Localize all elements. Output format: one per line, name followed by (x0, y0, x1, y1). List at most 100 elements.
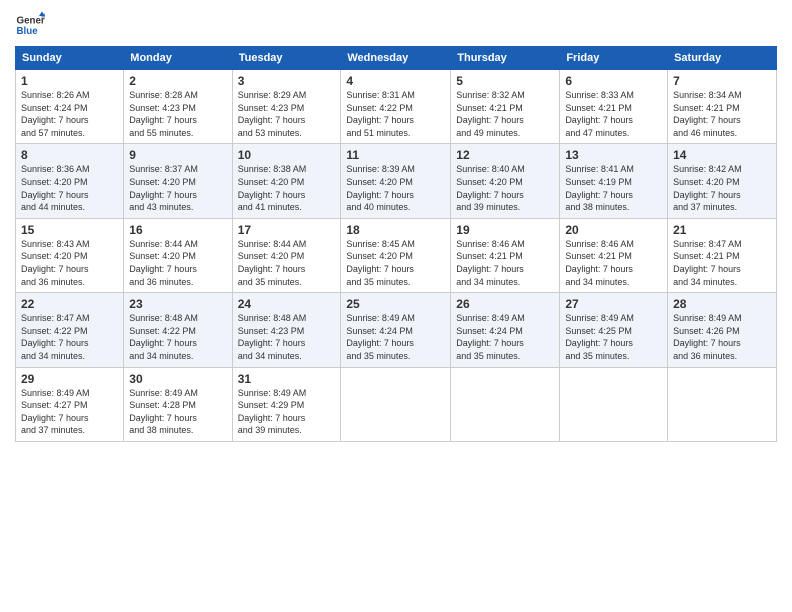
calendar-cell: 17 Sunrise: 8:44 AMSunset: 4:20 PMDaylig… (232, 218, 341, 292)
day-info: Sunrise: 8:38 AMSunset: 4:20 PMDaylight:… (238, 163, 336, 213)
day-number: 19 (456, 223, 554, 237)
header-friday: Friday (560, 47, 668, 70)
day-info: Sunrise: 8:41 AMSunset: 4:19 PMDaylight:… (565, 163, 662, 213)
day-info: Sunrise: 8:47 AMSunset: 4:21 PMDaylight:… (673, 238, 771, 288)
calendar-cell: 18 Sunrise: 8:45 AMSunset: 4:20 PMDaylig… (341, 218, 451, 292)
calendar-cell: 7 Sunrise: 8:34 AMSunset: 4:21 PMDayligh… (668, 70, 777, 144)
calendar-cell (341, 367, 451, 441)
day-number: 5 (456, 74, 554, 88)
day-number: 10 (238, 148, 336, 162)
calendar-cell: 28 Sunrise: 8:49 AMSunset: 4:26 PMDaylig… (668, 293, 777, 367)
day-number: 29 (21, 372, 118, 386)
day-number: 2 (129, 74, 226, 88)
calendar-cell: 30 Sunrise: 8:49 AMSunset: 4:28 PMDaylig… (124, 367, 232, 441)
header-saturday: Saturday (668, 47, 777, 70)
day-number: 20 (565, 223, 662, 237)
day-info: Sunrise: 8:48 AMSunset: 4:22 PMDaylight:… (129, 312, 226, 362)
day-info: Sunrise: 8:49 AMSunset: 4:28 PMDaylight:… (129, 387, 226, 437)
week-row-4: 29 Sunrise: 8:49 AMSunset: 4:27 PMDaylig… (16, 367, 777, 441)
day-info: Sunrise: 8:49 AMSunset: 4:29 PMDaylight:… (238, 387, 336, 437)
calendar-cell: 22 Sunrise: 8:47 AMSunset: 4:22 PMDaylig… (16, 293, 124, 367)
day-number: 22 (21, 297, 118, 311)
day-number: 11 (346, 148, 445, 162)
day-number: 30 (129, 372, 226, 386)
calendar-cell: 11 Sunrise: 8:39 AMSunset: 4:20 PMDaylig… (341, 144, 451, 218)
day-number: 14 (673, 148, 771, 162)
calendar-cell: 19 Sunrise: 8:46 AMSunset: 4:21 PMDaylig… (451, 218, 560, 292)
day-info: Sunrise: 8:26 AMSunset: 4:24 PMDaylight:… (21, 89, 118, 139)
day-info: Sunrise: 8:42 AMSunset: 4:20 PMDaylight:… (673, 163, 771, 213)
calendar-cell: 13 Sunrise: 8:41 AMSunset: 4:19 PMDaylig… (560, 144, 668, 218)
week-row-2: 15 Sunrise: 8:43 AMSunset: 4:20 PMDaylig… (16, 218, 777, 292)
day-number: 25 (346, 297, 445, 311)
day-number: 6 (565, 74, 662, 88)
day-number: 9 (129, 148, 226, 162)
header: General Blue (15, 10, 777, 40)
day-number: 13 (565, 148, 662, 162)
day-info: Sunrise: 8:43 AMSunset: 4:20 PMDaylight:… (21, 238, 118, 288)
day-info: Sunrise: 8:37 AMSunset: 4:20 PMDaylight:… (129, 163, 226, 213)
calendar-cell: 26 Sunrise: 8:49 AMSunset: 4:24 PMDaylig… (451, 293, 560, 367)
calendar-cell: 8 Sunrise: 8:36 AMSunset: 4:20 PMDayligh… (16, 144, 124, 218)
calendar-cell: 6 Sunrise: 8:33 AMSunset: 4:21 PMDayligh… (560, 70, 668, 144)
header-thursday: Thursday (451, 47, 560, 70)
calendar-cell: 3 Sunrise: 8:29 AMSunset: 4:23 PMDayligh… (232, 70, 341, 144)
day-info: Sunrise: 8:28 AMSunset: 4:23 PMDaylight:… (129, 89, 226, 139)
day-number: 15 (21, 223, 118, 237)
header-tuesday: Tuesday (232, 47, 341, 70)
day-number: 7 (673, 74, 771, 88)
calendar-cell: 15 Sunrise: 8:43 AMSunset: 4:20 PMDaylig… (16, 218, 124, 292)
day-info: Sunrise: 8:45 AMSunset: 4:20 PMDaylight:… (346, 238, 445, 288)
calendar-cell: 14 Sunrise: 8:42 AMSunset: 4:20 PMDaylig… (668, 144, 777, 218)
calendar-cell (560, 367, 668, 441)
day-number: 3 (238, 74, 336, 88)
day-info: Sunrise: 8:33 AMSunset: 4:21 PMDaylight:… (565, 89, 662, 139)
day-info: Sunrise: 8:49 AMSunset: 4:25 PMDaylight:… (565, 312, 662, 362)
calendar-cell: 29 Sunrise: 8:49 AMSunset: 4:27 PMDaylig… (16, 367, 124, 441)
header-wednesday: Wednesday (341, 47, 451, 70)
day-info: Sunrise: 8:48 AMSunset: 4:23 PMDaylight:… (238, 312, 336, 362)
day-info: Sunrise: 8:46 AMSunset: 4:21 PMDaylight:… (456, 238, 554, 288)
day-number: 21 (673, 223, 771, 237)
day-number: 27 (565, 297, 662, 311)
day-info: Sunrise: 8:29 AMSunset: 4:23 PMDaylight:… (238, 89, 336, 139)
day-number: 18 (346, 223, 445, 237)
day-info: Sunrise: 8:44 AMSunset: 4:20 PMDaylight:… (129, 238, 226, 288)
day-number: 31 (238, 372, 336, 386)
day-number: 17 (238, 223, 336, 237)
calendar-cell: 2 Sunrise: 8:28 AMSunset: 4:23 PMDayligh… (124, 70, 232, 144)
day-number: 24 (238, 297, 336, 311)
day-info: Sunrise: 8:49 AMSunset: 4:24 PMDaylight:… (456, 312, 554, 362)
day-number: 4 (346, 74, 445, 88)
day-number: 8 (21, 148, 118, 162)
day-number: 12 (456, 148, 554, 162)
day-number: 26 (456, 297, 554, 311)
day-number: 28 (673, 297, 771, 311)
calendar-cell: 27 Sunrise: 8:49 AMSunset: 4:25 PMDaylig… (560, 293, 668, 367)
day-info: Sunrise: 8:46 AMSunset: 4:21 PMDaylight:… (565, 238, 662, 288)
calendar-cell: 12 Sunrise: 8:40 AMSunset: 4:20 PMDaylig… (451, 144, 560, 218)
day-info: Sunrise: 8:34 AMSunset: 4:21 PMDaylight:… (673, 89, 771, 139)
week-row-3: 22 Sunrise: 8:47 AMSunset: 4:22 PMDaylig… (16, 293, 777, 367)
day-info: Sunrise: 8:32 AMSunset: 4:21 PMDaylight:… (456, 89, 554, 139)
calendar-cell: 25 Sunrise: 8:49 AMSunset: 4:24 PMDaylig… (341, 293, 451, 367)
calendar-cell (451, 367, 560, 441)
day-info: Sunrise: 8:49 AMSunset: 4:24 PMDaylight:… (346, 312, 445, 362)
week-row-0: 1 Sunrise: 8:26 AMSunset: 4:24 PMDayligh… (16, 70, 777, 144)
calendar-cell: 16 Sunrise: 8:44 AMSunset: 4:20 PMDaylig… (124, 218, 232, 292)
week-row-1: 8 Sunrise: 8:36 AMSunset: 4:20 PMDayligh… (16, 144, 777, 218)
calendar-cell: 31 Sunrise: 8:49 AMSunset: 4:29 PMDaylig… (232, 367, 341, 441)
calendar-cell: 20 Sunrise: 8:46 AMSunset: 4:21 PMDaylig… (560, 218, 668, 292)
day-info: Sunrise: 8:36 AMSunset: 4:20 PMDaylight:… (21, 163, 118, 213)
logo-icon: General Blue (15, 10, 45, 40)
calendar-cell: 10 Sunrise: 8:38 AMSunset: 4:20 PMDaylig… (232, 144, 341, 218)
svg-text:Blue: Blue (17, 26, 39, 37)
calendar-cell: 5 Sunrise: 8:32 AMSunset: 4:21 PMDayligh… (451, 70, 560, 144)
day-info: Sunrise: 8:31 AMSunset: 4:22 PMDaylight:… (346, 89, 445, 139)
calendar-table: SundayMondayTuesdayWednesdayThursdayFrid… (15, 46, 777, 442)
day-info: Sunrise: 8:40 AMSunset: 4:20 PMDaylight:… (456, 163, 554, 213)
day-info: Sunrise: 8:49 AMSunset: 4:26 PMDaylight:… (673, 312, 771, 362)
calendar-cell: 9 Sunrise: 8:37 AMSunset: 4:20 PMDayligh… (124, 144, 232, 218)
calendar-cell: 23 Sunrise: 8:48 AMSunset: 4:22 PMDaylig… (124, 293, 232, 367)
logo: General Blue (15, 10, 45, 40)
